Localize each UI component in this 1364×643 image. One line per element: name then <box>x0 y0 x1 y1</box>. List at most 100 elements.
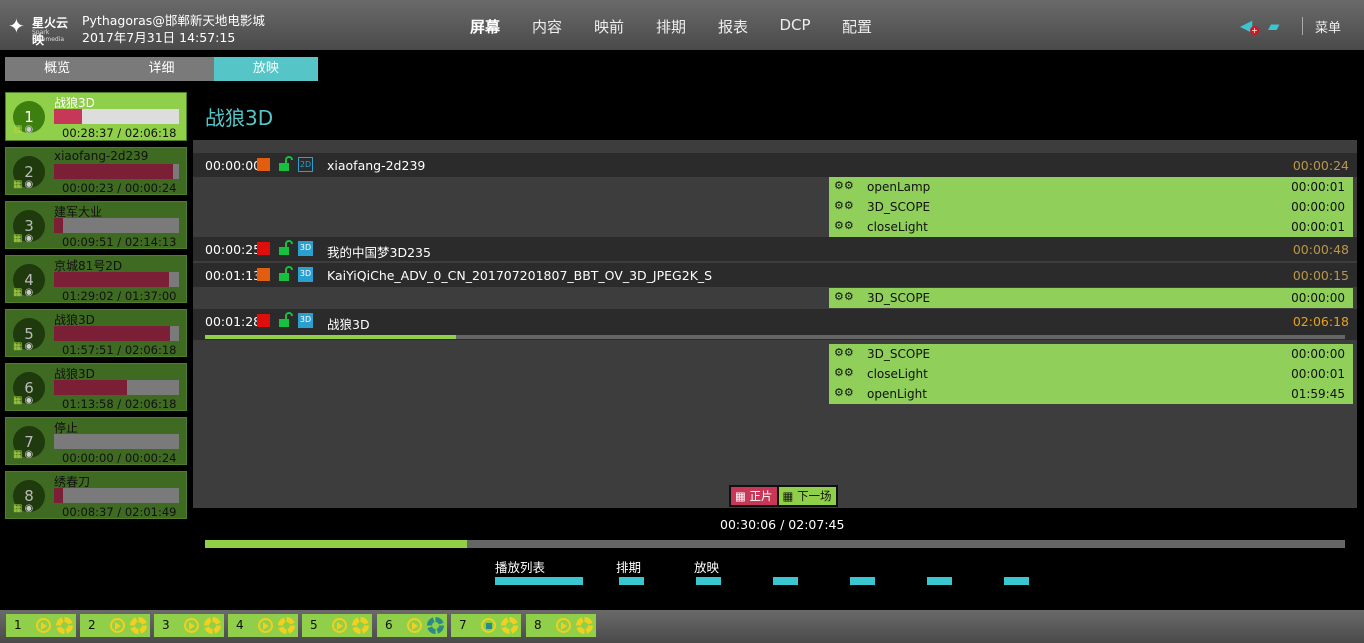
screen-card[interactable]: 8 绣春刀 ▦ ◉ 00:08:37 / 02:01:49 <box>5 471 187 519</box>
row-title: KaiYiQiChe_ADV_0_CN_20170720180​7_BBT_OV… <box>327 268 713 283</box>
stop-circle-icon <box>481 618 496 633</box>
gears-icon: ⚙⚙ <box>834 290 854 303</box>
play-circle-icon <box>407 618 422 633</box>
current-item-progress-fill <box>205 335 456 339</box>
play-circle-icon: ◉ <box>24 233 34 244</box>
format-3d-icon: 3D <box>298 313 313 328</box>
screen-progress <box>54 488 179 503</box>
tab-projection[interactable]: 放映 <box>213 57 318 81</box>
nav-item-preshow[interactable]: 映前 <box>578 16 640 37</box>
screen-card[interactable]: 2 xiaofang-2d239 ▦ ◉ 00:00:23 / 00:00:24 <box>5 147 187 195</box>
cue-item[interactable]: ⚙⚙ 3D_SCOPE 00:00:00 <box>829 197 1353 217</box>
gears-icon: ⚙⚙ <box>834 366 854 379</box>
screen-progress <box>54 272 179 287</box>
screen-card[interactable]: 1 战狼3D ▦ ◉ 00:28:37 / 02:06:18 <box>5 92 187 141</box>
cue-time: 00:00:01 <box>1291 180 1345 194</box>
cue-item[interactable]: ⚙⚙ openLamp 00:00:01 <box>829 177 1353 197</box>
gears-icon: ⚙⚙ <box>834 199 854 212</box>
bottom-screen-chip[interactable]: 8 <box>526 614 596 637</box>
unlock-icon[interactable] <box>277 312 293 328</box>
stop-button[interactable] <box>850 577 875 585</box>
cue-item[interactable]: ⚙⚙ closeLight 00:00:01 <box>829 217 1353 237</box>
screen-time: 00:08:37 / 02:01:49 <box>62 505 177 519</box>
unlock-icon[interactable] <box>277 266 293 282</box>
screen-time: 00:09:51 / 02:14:13 <box>62 235 177 249</box>
unlock-icon[interactable] <box>277 156 293 172</box>
format-2d-icon: 2D <box>298 157 313 172</box>
screen-card[interactable]: 5 战狼3D ▦ ◉ 01:57:51 / 02:06:18 <box>5 309 187 357</box>
screen-progress-fill <box>54 380 127 395</box>
bottom-screen-chip[interactable]: 6 <box>377 614 447 637</box>
bottom-screen-chip[interactable]: 2 <box>80 614 150 637</box>
overall-progress-fill <box>205 540 468 548</box>
row-start-time: 00:00:00 <box>205 158 262 173</box>
screen-time: 01:29:02 / 01:37:00 <box>62 289 177 303</box>
bottom-screen-chip[interactable]: 1 <box>6 614 76 637</box>
bottom-screen-chip[interactable]: 3 <box>154 614 224 637</box>
play-button[interactable] <box>696 577 721 585</box>
nav-item-content[interactable]: 内容 <box>516 16 578 37</box>
screen-card[interactable]: 4 京城81号2D ▦ ◉ 01:29:02 / 01:37:00 <box>5 255 187 303</box>
playlist-row[interactable]: 00:00:25 3D 我的中国梦3D235 00:00:48 <box>193 237 1357 261</box>
menu-button[interactable]: 菜单 <box>1315 17 1341 36</box>
sub-tabs: 概览 详细 放映 <box>5 57 318 81</box>
play-circle-icon: ◉ <box>24 179 34 190</box>
row-start-time: 00:01:28 <box>205 314 262 329</box>
screen-status-icons: ▦ ◉ <box>13 233 33 244</box>
screen-card[interactable]: 7 停止 ▦ ◉ 00:00:00 / 00:00:24 <box>5 417 187 465</box>
schedule-button[interactable] <box>619 577 644 585</box>
tab-detail[interactable]: 详细 <box>109 57 214 81</box>
row-duration: 02:06:18 <box>1292 314 1349 329</box>
nav-item-schedule[interactable]: 排期 <box>640 16 702 37</box>
cue-item[interactable]: ⚙⚙ 3D_SCOPE 00:00:00 <box>829 344 1353 364</box>
nav-item-screen[interactable]: 屏幕 <box>454 16 516 37</box>
nav-item-reports[interactable]: 报表 <box>702 16 764 37</box>
schedule-label: 排期 <box>616 560 642 575</box>
screen-status-icons: ▦ ◉ <box>13 449 33 460</box>
cue-item[interactable]: ⚙⚙ openLight 01:59:45 <box>829 384 1353 404</box>
row-duration: 00:00:15 <box>1292 268 1349 283</box>
eject-button[interactable] <box>927 577 952 585</box>
reel-icon <box>501 617 518 634</box>
tab-overview[interactable]: 概览 <box>5 57 110 81</box>
row-title: 战狼3D <box>327 317 370 332</box>
chip-number: 6 <box>385 618 393 632</box>
screen-status-icons: ▦ ◉ <box>13 503 33 514</box>
screen-card[interactable]: 3 建军大业 ▦ ◉ 00:09:51 / 02:14:13 <box>5 201 187 249</box>
bottom-screen-chip[interactable]: 4 <box>228 614 298 637</box>
play-circle-icon <box>36 618 51 633</box>
cue-name: 3D_SCOPE <box>867 347 931 361</box>
speaker-alert-icon[interactable]: ◀ + <box>1240 18 1260 35</box>
cue-item[interactable]: ⚙⚙ closeLight 00:00:01 <box>829 364 1353 384</box>
bottom-screen-chip[interactable]: 7 <box>451 614 521 637</box>
cue-name: 3D_SCOPE <box>867 200 931 214</box>
legend: ▦ 正片 ▦ 下一场 <box>729 485 838 507</box>
screen-status-icons: ▦ ◉ <box>13 395 33 406</box>
logo: ✦ 星火云映 Spark Cinemedia <box>6 10 74 47</box>
screen-progress <box>54 326 179 341</box>
chat-icon[interactable]: ▰ <box>1268 18 1288 34</box>
skip-button[interactable] <box>1004 577 1029 585</box>
playlist-row[interactable]: 00:00:00 2D xiaofang-2d239 00:00:24 <box>193 153 1357 177</box>
unlock-icon[interactable] <box>277 240 293 256</box>
chip-number: 5 <box>310 618 318 632</box>
cue-item[interactable]: ⚙⚙ 3D_SCOPE 00:00:00 <box>829 288 1353 308</box>
screen-status-icons: ▦ ◉ <box>13 287 33 298</box>
calendar-icon: ▦ <box>13 449 23 460</box>
pause-button[interactable] <box>773 577 798 585</box>
screen-progress <box>54 109 179 124</box>
top-bar: ✦ 星火云映 Spark Cinemedia Pythagoras@邯郸新天地电… <box>0 0 1364 50</box>
screen-card[interactable]: 6 战狼3D ▦ ◉ 01:13:58 / 02:06:18 <box>5 363 187 411</box>
row-title: xiaofang-2d239 <box>327 158 426 173</box>
logo-mark-icon: ✦ <box>8 14 25 38</box>
nav-item-config[interactable]: 配置 <box>826 16 888 37</box>
overall-progress[interactable] <box>205 540 1345 548</box>
nav-item-dcp[interactable]: DCP <box>764 16 826 37</box>
legend-next: ▦ 下一场 <box>778 487 836 505</box>
screen-status-icons: ▦ ◉ <box>13 179 33 190</box>
playlist-select[interactable] <box>495 577 583 585</box>
bottom-screen-chip[interactable]: 5 <box>302 614 372 637</box>
playlist-row[interactable]: 00:01:13 3D KaiYiQiChe_ADV_0_CN_20170720… <box>193 263 1357 287</box>
legend-feature-label: 正片 <box>749 489 773 503</box>
reel-icon <box>204 617 221 634</box>
